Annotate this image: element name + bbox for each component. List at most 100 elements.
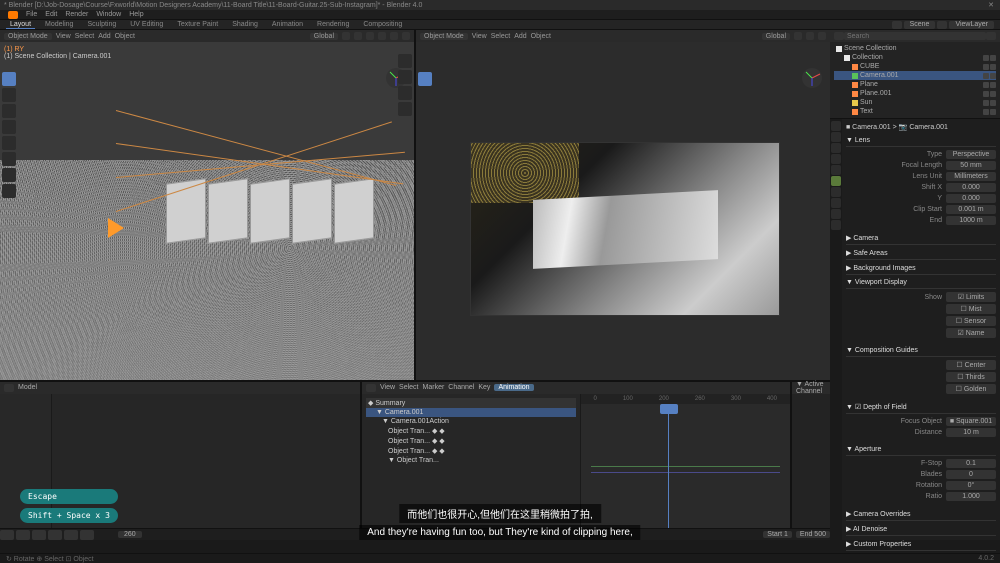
tab-layout[interactable]: Layout: [6, 21, 35, 29]
perspective-toggle-icon[interactable]: [398, 102, 412, 116]
channel-camera[interactable]: ▼ Camera.001: [366, 408, 576, 417]
zoom-icon[interactable]: [398, 54, 412, 68]
current-frame-field[interactable]: 260: [118, 531, 142, 538]
shading-solid[interactable]: [378, 32, 386, 40]
tool-rotate[interactable]: [2, 120, 16, 134]
prop-tab-object-data-camera[interactable]: [831, 176, 841, 186]
rotation-field[interactable]: 0°: [946, 481, 996, 490]
playhead[interactable]: [668, 404, 669, 529]
pan-icon[interactable]: [398, 70, 412, 84]
vp-menu-view[interactable]: View: [56, 33, 71, 40]
mode-selector-r[interactable]: Object Mode: [420, 33, 468, 40]
shading-rendered-r[interactable]: [818, 32, 826, 40]
visibility-toggle[interactable]: [983, 55, 989, 61]
mode-selector[interactable]: Object Mode: [4, 33, 52, 40]
shading-wireframe[interactable]: [366, 32, 374, 40]
section-lens[interactable]: ▼ Lens: [846, 135, 996, 147]
lens-type-field[interactable]: Perspective: [946, 150, 996, 159]
graph-menu-view[interactable]: View: [380, 384, 395, 391]
transform-orientation-r[interactable]: Global: [762, 33, 790, 40]
ratio-field[interactable]: 1.000: [946, 492, 996, 501]
show-limits-check[interactable]: ☑ Limits: [946, 292, 996, 302]
shading-solid-r[interactable]: [794, 32, 802, 40]
tab-shading[interactable]: Shading: [228, 21, 262, 28]
outliner-tree[interactable]: Scene Collection Collection CUBE Camera.…: [830, 42, 1000, 118]
outliner-filter-icon[interactable]: [986, 32, 996, 40]
section-comp-guides[interactable]: ▼ Composition Guides: [846, 345, 996, 357]
render-toggle[interactable]: [990, 55, 996, 61]
outliner-type-icon[interactable]: [834, 32, 844, 40]
transform-orientation[interactable]: Global: [310, 33, 338, 40]
frame-ruler[interactable]: 0100200260300400: [581, 394, 791, 404]
channel-transform-r[interactable]: ▼ Object Tran...: [366, 456, 576, 465]
section-ai-denoise[interactable]: ▶ AI Denoise: [846, 523, 996, 536]
focus-distance-field[interactable]: 10 m: [946, 428, 996, 437]
prop-tab-render[interactable]: [831, 121, 841, 131]
tool-rotate-r[interactable]: [418, 120, 432, 134]
viewlayer-name[interactable]: ViewLayer: [949, 21, 994, 29]
graph-menu-select[interactable]: Select: [399, 384, 418, 391]
asset-model-label[interactable]: Model: [18, 384, 37, 391]
tool-select-box[interactable]: [2, 72, 16, 86]
prop-tab-scene[interactable]: [831, 154, 841, 164]
tab-uv[interactable]: UV Editing: [126, 21, 167, 28]
viewport-3d-left[interactable]: Object Mode View Select Add Object Globa…: [0, 30, 414, 380]
vp-menu-select[interactable]: Select: [75, 33, 94, 40]
tab-animation[interactable]: Animation: [268, 21, 307, 28]
channel-action[interactable]: ▼ Camera.001Action: [366, 417, 576, 426]
show-name-check[interactable]: ☑ Name: [946, 328, 996, 338]
jump-end-button[interactable]: [80, 530, 94, 540]
axis-gizmo-r[interactable]: [800, 66, 824, 90]
camera-view-icon[interactable]: [398, 86, 412, 100]
vp-menu-add-r[interactable]: Add: [514, 33, 526, 40]
tool-scale[interactable]: [2, 136, 16, 150]
show-sensor-check[interactable]: ☐ Sensor: [946, 316, 996, 326]
editor-type-icon[interactable]: [4, 384, 14, 392]
section-viewport-display[interactable]: ▼ Viewport Display: [846, 277, 996, 289]
tool-transform[interactable]: [2, 152, 16, 166]
blender-logo-icon[interactable]: [8, 11, 18, 19]
prop-tab-object[interactable]: [831, 187, 841, 197]
tool-cursor[interactable]: [2, 88, 16, 102]
vp-menu-object-r[interactable]: Object: [531, 33, 551, 40]
section-dof[interactable]: ▼ ☑ Depth of Field: [846, 401, 996, 414]
tool-cursor-r[interactable]: [418, 88, 432, 102]
graph-mode[interactable]: Animation: [494, 384, 533, 391]
viewlayer-selector[interactable]: [937, 21, 947, 29]
show-mist-check[interactable]: ☐ Mist: [946, 304, 996, 314]
graph-menu-channel[interactable]: Channel: [448, 384, 474, 391]
menu-file[interactable]: File: [26, 11, 37, 18]
prop-tab-output[interactable]: [831, 132, 841, 142]
guide-thirds-check[interactable]: ☐ Thirds: [946, 372, 996, 382]
outliner-search[interactable]: [844, 32, 986, 40]
prop-tab-world[interactable]: [831, 165, 841, 175]
section-safe-areas[interactable]: ▶ Safe Areas: [846, 247, 996, 260]
section-cam-overrides[interactable]: ▶ Camera Overrides: [846, 508, 996, 521]
tool-annotate[interactable]: [2, 168, 16, 182]
frame-start[interactable]: Start 1: [763, 531, 792, 538]
lens-unit-field[interactable]: Millimeters: [946, 172, 996, 181]
window-close-button[interactable]: ✕: [986, 1, 996, 9]
menu-edit[interactable]: Edit: [45, 11, 57, 18]
blades-field[interactable]: 0: [946, 470, 996, 479]
menu-render[interactable]: Render: [65, 11, 88, 18]
vp-menu-object[interactable]: Object: [115, 33, 135, 40]
shift-y-field[interactable]: 0.000: [946, 194, 996, 203]
clip-start-field[interactable]: 0.001 m: [946, 205, 996, 214]
vp-menu-view-r[interactable]: View: [472, 33, 487, 40]
scene-name[interactable]: Scene: [904, 21, 936, 29]
scene-selector[interactable]: [892, 21, 902, 29]
summary-row[interactable]: ◆ Summary: [366, 398, 576, 408]
clip-end-field[interactable]: 1000 m: [946, 216, 996, 225]
frame-end[interactable]: End 500: [796, 531, 830, 538]
tool-move-r[interactable]: [418, 104, 432, 118]
menu-window[interactable]: Window: [96, 11, 121, 18]
fstop-field[interactable]: 0.1: [946, 459, 996, 468]
keyframe-prev-button[interactable]: [16, 530, 30, 540]
menu-help[interactable]: Help: [129, 11, 143, 18]
shading-rendered[interactable]: [402, 32, 410, 40]
channel-transform-y[interactable]: Object Tran... ◆ ◆: [366, 436, 576, 446]
prop-tab-physics[interactable]: [831, 209, 841, 219]
tab-rendering[interactable]: Rendering: [313, 21, 353, 28]
properties-body[interactable]: ■ Camera.001 > 📷 Camera.001 ▼ Lens TypeP…: [842, 119, 1000, 557]
